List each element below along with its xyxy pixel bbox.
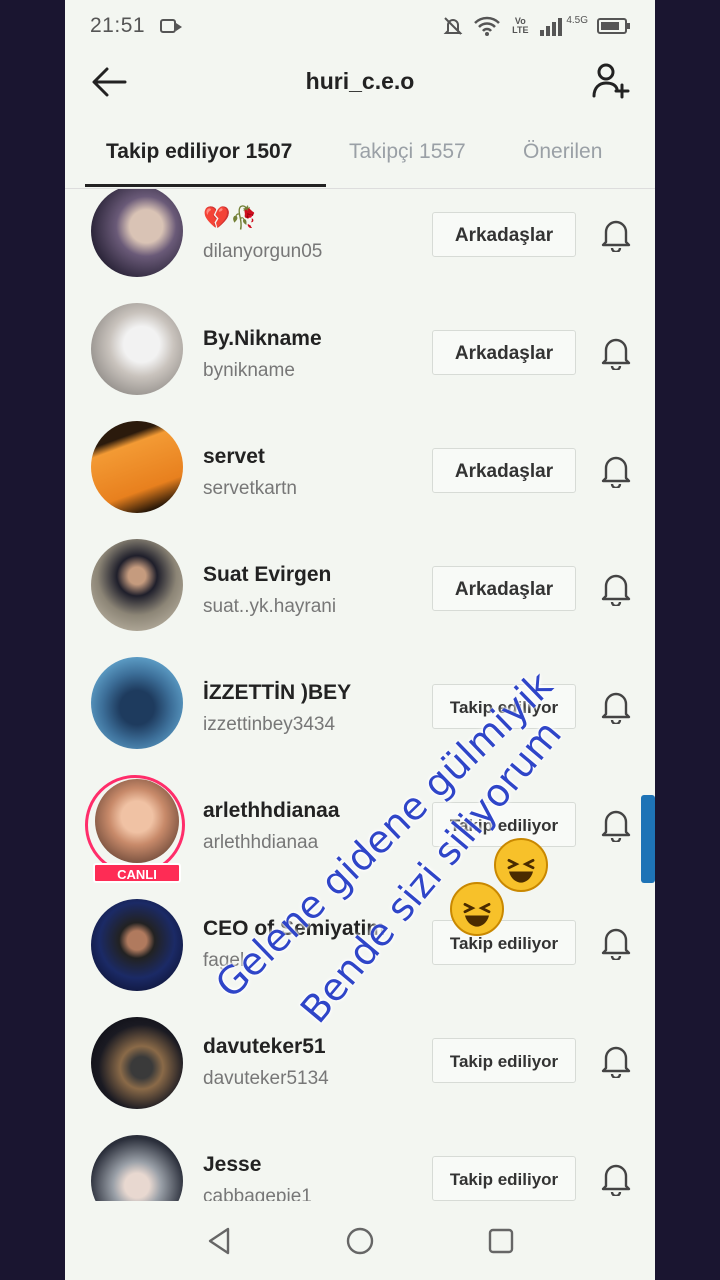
following-button[interactable]: Takip ediliyor (432, 920, 576, 965)
user-display-name: arlethhdianaa (203, 799, 340, 822)
friends-button[interactable]: Arkadaşlar (432, 448, 576, 493)
battery-icon (597, 18, 630, 34)
bell-icon[interactable] (598, 452, 634, 488)
tab-suggested[interactable]: Önerilen (523, 140, 602, 164)
tab-followers[interactable]: Takipçi 1557 (349, 140, 466, 164)
user-display-name: servet (203, 445, 265, 468)
nav-back-icon[interactable] (204, 1225, 236, 1257)
bell-icon[interactable] (598, 1042, 634, 1078)
list-item[interactable]: 💔🥀 dilanyorgun05 Arkadaşlar (65, 189, 655, 281)
status-bar: 21:51 Vo LTE 4.5G (65, 0, 655, 52)
bell-icon[interactable] (598, 924, 634, 960)
network-type: 4.5G (566, 14, 588, 26)
user-handle: servetkartn (203, 478, 297, 499)
list-item[interactable]: İZZETTİN )BEY izzettinbey3434 Takip edil… (65, 635, 655, 753)
user-handle: dilanyorgun05 (203, 241, 323, 262)
video-call-icon (160, 19, 182, 33)
phone-screen: 21:51 Vo LTE 4.5G huri_c.e.o Takip edili… (65, 0, 655, 1280)
user-display-name: davuteker51 (203, 1035, 326, 1058)
mute-bell-icon (443, 17, 463, 35)
list-item[interactable]: CANLI arlethhdianaa arlethhdianaa Takip … (65, 753, 655, 883)
list-item[interactable]: davuteker51 davuteker5134 Takip ediliyor (65, 989, 655, 1109)
nav-recents-icon[interactable] (485, 1225, 517, 1257)
user-display-name: 💔🥀 (203, 205, 258, 230)
following-button[interactable]: Takip ediliyor (432, 1038, 576, 1083)
following-button[interactable]: Takip ediliyor (432, 802, 576, 847)
user-display-name: Suat Evirgen (203, 563, 332, 586)
bell-icon[interactable] (598, 688, 634, 724)
following-button[interactable]: Takip ediliyor (432, 684, 576, 729)
user-handle: bynikname (203, 360, 295, 381)
friends-button[interactable]: Arkadaşlar (432, 212, 576, 257)
avatar[interactable] (91, 539, 183, 631)
friends-button[interactable]: Arkadaşlar (432, 330, 576, 375)
list-item[interactable]: Jesse cabbagepie1 Takip ediliyor (65, 1107, 655, 1201)
user-handle: cabbagepie1 (203, 1186, 312, 1201)
tab-bar: Takip ediliyor 1507 Takipçi 1557 Önerile… (65, 128, 655, 189)
avatar[interactable] (91, 421, 183, 513)
avatar[interactable] (91, 303, 183, 395)
user-handle: arlethhdianaa (203, 832, 319, 853)
tab-following[interactable]: Takip ediliyor 1507 (106, 140, 292, 164)
avatar[interactable] (91, 1017, 183, 1109)
list-item[interactable]: servet servetkartn Arkadaşlar (65, 399, 655, 517)
following-button[interactable]: Takip ediliyor (432, 1156, 576, 1201)
avatar[interactable] (95, 779, 179, 863)
add-user-icon[interactable] (591, 60, 631, 100)
status-time: 21:51 (90, 14, 146, 37)
signal-icon (540, 18, 563, 36)
avatar[interactable] (91, 657, 183, 749)
user-display-name: Jesse (203, 1153, 262, 1176)
friends-button[interactable]: Arkadaşlar (432, 566, 576, 611)
volte-label: Vo LTE (512, 16, 529, 35)
user-handle: izzettinbey3434 (203, 714, 336, 735)
scrollbar-thumb[interactable] (641, 795, 655, 883)
list-item[interactable]: By.Nikname bynikname Arkadaşlar (65, 281, 655, 399)
status-icons: Vo LTE 4.5G (442, 12, 631, 40)
avatar[interactable] (91, 1135, 183, 1201)
list-item[interactable]: CEO of Semiyatim fagel Takip ediliyor (65, 871, 655, 991)
user-handle: fagel (203, 950, 245, 971)
list-item[interactable]: Suat Evirgen suat..yk.hayrani Arkadaşlar (65, 517, 655, 635)
user-handle: davuteker5134 (203, 1068, 329, 1089)
user-display-name: İZZETTİN )BEY (203, 681, 352, 704)
user-handle: suat..yk.hayrani (203, 596, 337, 617)
profile-header: huri_c.e.o (65, 52, 655, 114)
avatar[interactable] (91, 189, 183, 277)
system-nav-bar (65, 1201, 655, 1280)
following-list: 💔🥀 dilanyorgun05 Arkadaşlar By.Nikname b… (65, 189, 655, 1201)
bell-icon[interactable] (598, 216, 634, 252)
active-tab-indicator (85, 184, 326, 187)
bell-icon[interactable] (598, 570, 634, 606)
bell-icon[interactable] (598, 334, 634, 370)
bell-icon[interactable] (598, 1160, 634, 1196)
page-title: huri_c.e.o (305, 68, 415, 94)
user-display-name: CEO of Semiyatim (203, 917, 386, 940)
bell-icon[interactable] (598, 806, 634, 842)
nav-home-icon[interactable] (344, 1225, 376, 1257)
avatar[interactable] (91, 899, 183, 991)
user-display-name: By.Nikname (203, 327, 322, 350)
wifi-icon (474, 16, 501, 36)
